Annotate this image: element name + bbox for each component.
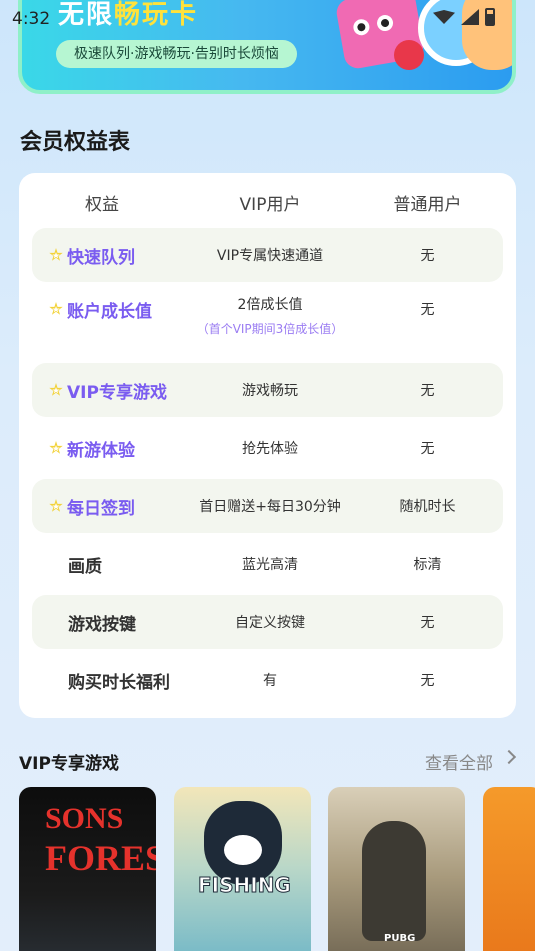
table-row: 快速队列 VIP专属快速通道 无 xyxy=(32,228,503,282)
benefit-name: 账户成长值 xyxy=(49,276,152,342)
star-icon xyxy=(49,302,63,315)
joystick-ball-illustration xyxy=(394,40,424,70)
table-row: 购买时长福利 有 无 xyxy=(32,653,503,707)
vip-value-note: （首个VIP期间3倍成长值） xyxy=(196,321,344,336)
view-all-link[interactable]: 查看全部 xyxy=(425,749,493,774)
normal-value: 标清 xyxy=(413,557,442,573)
status-icons xyxy=(433,8,495,26)
table-row: 每日签到 首日赠送+每日30分钟 随机时长 xyxy=(32,479,503,533)
star-icon xyxy=(49,248,63,261)
star-icon xyxy=(49,441,63,454)
table-row: 游戏按键 自定义按键 无 xyxy=(32,595,503,649)
game-logo-text: SONS xyxy=(45,802,124,835)
vip-value: 2倍成长值 （首个VIP期间3倍成长值） xyxy=(196,296,344,336)
normal-value: 无 xyxy=(420,673,435,689)
game-logo-text: FISHING xyxy=(198,873,292,898)
benefit-name: 购买时长福利 xyxy=(68,672,170,693)
normal-value: 无 xyxy=(420,615,435,631)
vip-value: 有 xyxy=(263,673,277,689)
header-vip: VIP用户 xyxy=(239,195,301,215)
table-row: VIP专享游戏 游戏畅玩 无 xyxy=(32,363,503,417)
vip-games-title: VIP专享游戏 xyxy=(19,754,119,774)
game-logo-text: FOREST xyxy=(45,838,156,878)
banner-subtitle: 极速队列·游戏畅玩·告别时长烦恼 xyxy=(56,40,297,68)
game-card-sons-of-the-forest[interactable]: SONS FOREST xyxy=(19,787,156,951)
battery-icon xyxy=(485,8,495,26)
vip-value: 游戏畅玩 xyxy=(242,383,298,399)
game-logo-text: PUBG xyxy=(384,933,416,944)
wifi-icon xyxy=(433,10,455,24)
vip-value: 抢先体验 xyxy=(242,441,298,457)
normal-value: 无 xyxy=(420,441,435,457)
table-row: 新游体验 抢先体验 无 xyxy=(32,421,503,475)
game-card-russian-fishing[interactable]: FISHING xyxy=(174,787,311,951)
star-icon xyxy=(49,383,63,396)
benefit-name: 快速队列 xyxy=(49,228,135,282)
benefit-name: 画质 xyxy=(68,556,102,577)
vip-value: 蓝光高清 xyxy=(242,557,298,573)
benefit-name: 每日签到 xyxy=(49,479,135,533)
table-header: 权益 VIP用户 普通用户 xyxy=(19,190,516,215)
vip-value: 自定义按键 xyxy=(235,615,305,631)
benefits-title: 会员权益表 xyxy=(20,124,130,158)
normal-value: 随机时长 xyxy=(399,499,456,515)
normal-value: 无 xyxy=(420,302,435,318)
vip-value: 首日赠送+每日30分钟 xyxy=(199,499,341,515)
banner-title: 无限畅玩卡 xyxy=(58,0,199,30)
benefits-table: 权益 VIP用户 普通用户 快速队列 VIP专属快速通道 无 账户成长值 2倍成… xyxy=(19,173,516,718)
benefit-name: 游戏按键 xyxy=(68,614,136,635)
header-benefit: 权益 xyxy=(85,195,119,215)
benefit-name: 新游体验 xyxy=(49,421,135,475)
normal-value: 无 xyxy=(420,248,435,264)
game-card-pubg[interactable]: PUBG xyxy=(328,787,465,951)
star-icon xyxy=(49,499,63,512)
soldier-illustration xyxy=(362,821,426,941)
status-time: 4:32 xyxy=(12,9,51,29)
table-row: 账户成长值 2倍成长值 （首个VIP期间3倍成长值） 无 xyxy=(32,282,503,348)
signal-icon xyxy=(461,9,479,25)
vip-value: VIP专属快速通道 xyxy=(216,248,324,264)
normal-value: 无 xyxy=(420,383,435,399)
benefit-name: VIP专享游戏 xyxy=(49,363,167,417)
header-normal: 普通用户 xyxy=(393,195,462,215)
game-card-partial[interactable] xyxy=(483,787,535,951)
table-row: 画质 蓝光高清 标清 xyxy=(32,537,503,591)
